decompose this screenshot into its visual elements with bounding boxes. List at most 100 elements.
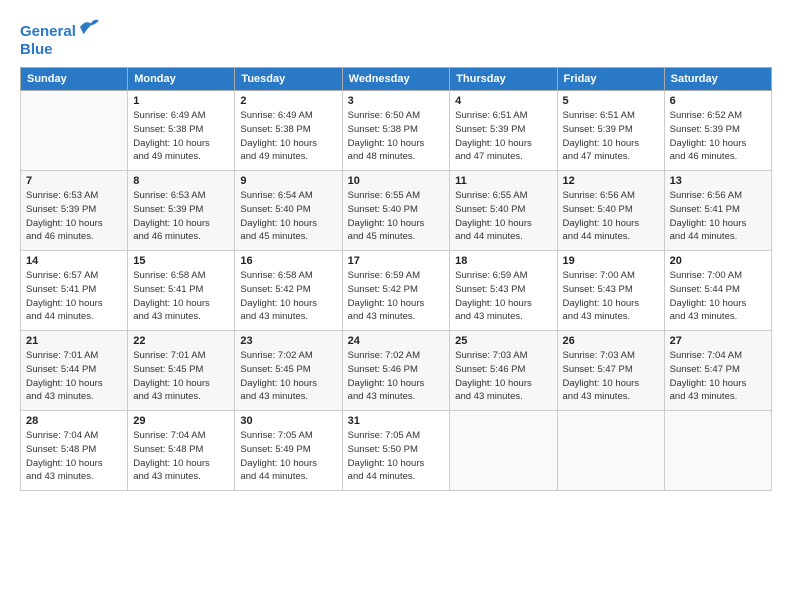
day-number: 17 [348,255,445,267]
calendar-cell: 23Sunrise: 7:02 AM Sunset: 5:45 PM Dayli… [235,331,342,411]
day-detail: Sunrise: 6:59 AM Sunset: 5:42 PM Dayligh… [348,269,445,324]
day-detail: Sunrise: 6:54 AM Sunset: 5:40 PM Dayligh… [240,189,336,244]
weekday-header-tuesday: Tuesday [235,68,342,91]
day-number: 12 [563,175,659,187]
day-detail: Sunrise: 6:51 AM Sunset: 5:39 PM Dayligh… [563,109,659,164]
calendar-week-row: 14Sunrise: 6:57 AM Sunset: 5:41 PM Dayli… [21,251,772,331]
calendar-cell: 19 Sunrise: 7:00 AM Sunset: 5:43 PM Dayli… [557,251,664,331]
calendar-cell [21,91,128,171]
day-detail: Sunrise: 6:55 AM Sunset: 5:40 PM Dayligh… [455,189,551,244]
day-number: 31 [348,415,445,427]
day-detail: Sunrise: 6:56 AM Sunset: 5:40 PM Dayligh… [563,189,659,244]
day-detail: Sunrise: 7:00 AM Sunset: 5:43 PM Dayligh… [563,269,659,324]
day-number: 26 [563,335,659,347]
day-number: 5 [563,95,659,107]
day-number: 2 [240,95,336,107]
day-number: 19 [563,255,659,267]
day-detail: Sunrise: 6:56 AM Sunset: 5:41 PM Dayligh… [670,189,766,244]
day-number: 1 [133,95,229,107]
day-number: 20 [670,255,766,267]
day-detail: Sunrise: 7:04 AM Sunset: 5:47 PM Dayligh… [670,349,766,404]
day-detail: Sunrise: 7:01 AM Sunset: 5:45 PM Dayligh… [133,349,229,404]
weekday-header-friday: Friday [557,68,664,91]
calendar-cell: 30 Sunrise: 7:05 AM Sunset: 5:49 PM Dayli… [235,411,342,491]
calendar-cell: 8 Sunrise: 6:53 AM Sunset: 5:39 PM Daylig… [128,171,235,251]
day-number: 29 [133,415,229,427]
calendar-cell: 31 Sunrise: 7:05 AM Sunset: 5:50 PM Dayli… [342,411,450,491]
day-number: 8 [133,175,229,187]
calendar-cell [450,411,557,491]
calendar-cell: 10 Sunrise: 6:55 AM Sunset: 5:40 PM Dayli… [342,171,450,251]
calendar-week-row: 1 Sunrise: 6:49 AM Sunset: 5:38 PM Daylig… [21,91,772,171]
day-detail: Sunrise: 7:00 AM Sunset: 5:44 PM Dayligh… [670,269,766,324]
calendar-cell: 15 Sunrise: 6:58 AM Sunset: 5:41 PM Dayli… [128,251,235,331]
day-number: 6 [670,95,766,107]
logo-bird-icon [78,18,100,36]
calendar-cell: 2Sunrise: 6:49 AM Sunset: 5:38 PM Daylig… [235,91,342,171]
day-detail: Sunrise: 7:01 AM Sunset: 5:44 PM Dayligh… [26,349,122,404]
day-number: 23 [240,335,336,347]
day-number: 11 [455,175,551,187]
day-detail: Sunrise: 7:03 AM Sunset: 5:47 PM Dayligh… [563,349,659,404]
weekday-header-monday: Monday [128,68,235,91]
weekday-header-sunday: Sunday [21,68,128,91]
calendar-cell: 11 Sunrise: 6:55 AM Sunset: 5:40 PM Dayli… [450,171,557,251]
calendar-cell: 21 Sunrise: 7:01 AM Sunset: 5:44 PM Dayli… [21,331,128,411]
day-number: 7 [26,175,122,187]
day-detail: Sunrise: 6:58 AM Sunset: 5:41 PM Dayligh… [133,269,229,324]
day-detail: Sunrise: 6:50 AM Sunset: 5:38 PM Dayligh… [348,109,445,164]
day-detail: Sunrise: 6:53 AM Sunset: 5:39 PM Dayligh… [133,189,229,244]
day-detail: Sunrise: 6:53 AM Sunset: 5:39 PM Dayligh… [26,189,122,244]
day-number: 13 [670,175,766,187]
day-detail: Sunrise: 7:05 AM Sunset: 5:49 PM Dayligh… [240,429,336,484]
calendar-cell: 5 Sunrise: 6:51 AM Sunset: 5:39 PM Daylig… [557,91,664,171]
logo-general: General [20,23,76,40]
weekday-header-thursday: Thursday [450,68,557,91]
page-header: General Blue [20,18,772,59]
day-number: 21 [26,335,122,347]
logo-blue: Blue [20,41,100,59]
calendar-cell: 3 Sunrise: 6:50 AM Sunset: 5:38 PM Daylig… [342,91,450,171]
calendar-cell: 9 Sunrise: 6:54 AM Sunset: 5:40 PM Daylig… [235,171,342,251]
weekday-header-saturday: Saturday [664,68,771,91]
calendar-cell: 28Sunrise: 7:04 AM Sunset: 5:48 PM Dayli… [21,411,128,491]
day-number: 30 [240,415,336,427]
calendar-cell: 26 Sunrise: 7:03 AM Sunset: 5:47 PM Dayli… [557,331,664,411]
calendar-cell: 17 Sunrise: 6:59 AM Sunset: 5:42 PM Dayli… [342,251,450,331]
calendar-cell: 25 Sunrise: 7:03 AM Sunset: 5:46 PM Dayli… [450,331,557,411]
calendar-cell: 24Sunrise: 7:02 AM Sunset: 5:46 PM Dayli… [342,331,450,411]
calendar-cell: 6 Sunrise: 6:52 AM Sunset: 5:39 PM Daylig… [664,91,771,171]
weekday-header-wednesday: Wednesday [342,68,450,91]
day-number: 24 [348,335,445,347]
day-detail: Sunrise: 6:52 AM Sunset: 5:39 PM Dayligh… [670,109,766,164]
calendar-cell: 27 Sunrise: 7:04 AM Sunset: 5:47 PM Dayli… [664,331,771,411]
day-detail: Sunrise: 6:55 AM Sunset: 5:40 PM Dayligh… [348,189,445,244]
day-number: 4 [455,95,551,107]
day-number: 22 [133,335,229,347]
day-detail: Sunrise: 6:49 AM Sunset: 5:38 PM Dayligh… [133,109,229,164]
calendar-week-row: 21 Sunrise: 7:01 AM Sunset: 5:44 PM Dayli… [21,331,772,411]
day-detail: Sunrise: 7:03 AM Sunset: 5:46 PM Dayligh… [455,349,551,404]
day-detail: Sunrise: 7:05 AM Sunset: 5:50 PM Dayligh… [348,429,445,484]
day-number: 25 [455,335,551,347]
day-number: 3 [348,95,445,107]
day-number: 16 [240,255,336,267]
day-detail: Sunrise: 6:51 AM Sunset: 5:39 PM Dayligh… [455,109,551,164]
day-number: 27 [670,335,766,347]
day-number: 10 [348,175,445,187]
day-number: 14 [26,255,122,267]
calendar-cell: 22 Sunrise: 7:01 AM Sunset: 5:45 PM Dayli… [128,331,235,411]
calendar-week-row: 28Sunrise: 7:04 AM Sunset: 5:48 PM Dayli… [21,411,772,491]
logo: General Blue [20,18,100,59]
calendar-cell: 16Sunrise: 6:58 AM Sunset: 5:42 PM Dayli… [235,251,342,331]
calendar-table: SundayMondayTuesdayWednesdayThursdayFrid… [20,67,772,491]
day-number: 18 [455,255,551,267]
day-detail: Sunrise: 7:04 AM Sunset: 5:48 PM Dayligh… [26,429,122,484]
calendar-cell: 1 Sunrise: 6:49 AM Sunset: 5:38 PM Daylig… [128,91,235,171]
calendar-cell: 12 Sunrise: 6:56 AM Sunset: 5:40 PM Dayli… [557,171,664,251]
calendar-cell: 4 Sunrise: 6:51 AM Sunset: 5:39 PM Daylig… [450,91,557,171]
calendar-cell: 13 Sunrise: 6:56 AM Sunset: 5:41 PM Dayli… [664,171,771,251]
day-number: 15 [133,255,229,267]
calendar-cell [557,411,664,491]
day-number: 9 [240,175,336,187]
